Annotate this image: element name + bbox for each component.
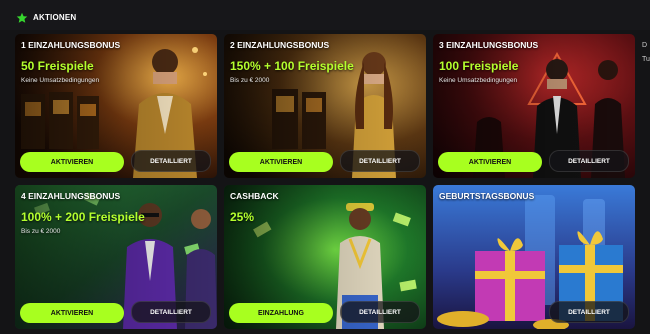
card-title: 3 EINZAHLUNGSBONUS — [439, 40, 539, 50]
card-title: CASHBACK — [230, 191, 279, 201]
promo-card-deposit-2: 2 EINZAHLUNGSBONUS 150% + 100 Freispiele… — [224, 34, 426, 178]
promo-card-cashback: CASHBACK 25% EINZAHLUNG DETAILLIERT — [224, 185, 426, 329]
details-button[interactable]: DETAILLIERT — [549, 150, 629, 172]
card-title: 1 EINZAHLUNGSBONUS — [21, 40, 121, 50]
details-button[interactable]: DETAILLIERT — [131, 301, 211, 323]
card-title: 4 EINZAHLUNGSBONUS — [21, 191, 121, 201]
card-offer: 100 Freispiele — [439, 59, 519, 73]
activate-button[interactable]: AKTIVIEREN — [438, 152, 542, 172]
promo-card-birthday: GEBURTSTAGSBONUS DETAILLIERT — [433, 185, 635, 329]
card-title: 2 EINZAHLUNGSBONUS — [230, 40, 330, 50]
card-offer: 150% + 100 Freispiele — [230, 59, 354, 73]
promotions-header: AKTIONEN — [0, 0, 650, 30]
card-subtitle: Bis zu € 2000 — [21, 228, 61, 235]
details-button[interactable]: DETAILLIERT — [340, 301, 420, 323]
card-offer: 50 Freispiele — [21, 59, 94, 73]
details-button[interactable]: DETAILLIERT — [131, 150, 211, 172]
promo-card-deposit-4: 4 EINZAHLUNGSBONUS 100% + 200 Freispiele… — [15, 185, 217, 329]
card-title: GEBURTSTAGSBONUS — [439, 191, 535, 201]
card-subtitle: Keine Umsatzbedingungen — [439, 77, 518, 84]
promo-card-deposit-1: 1 EINZAHLUNGSBONUS 50 Freispiele Keine U… — [15, 34, 217, 178]
details-button[interactable]: DETAILLIERT — [340, 150, 420, 172]
activate-button[interactable]: AKTIVIEREN — [20, 303, 124, 323]
star-icon — [16, 12, 28, 23]
section-title: AKTIONEN — [33, 13, 77, 22]
card-subtitle: Keine Umsatzbedingungen — [21, 77, 100, 84]
promo-card-deposit-3: 3 EINZAHLUNGSBONUS 100 Freispiele Keine … — [433, 34, 635, 178]
card-offer: 25% — [230, 210, 255, 224]
details-button[interactable]: DETAILLIERT — [549, 301, 629, 323]
side-peek-text: Tu — [642, 56, 650, 63]
card-offer: 100% + 200 Freispiele — [21, 210, 145, 224]
side-peek-text: D — [642, 42, 648, 49]
side-panel-peek: D Tu — [640, 38, 650, 334]
activate-button[interactable]: AKTIVIEREN — [20, 152, 124, 172]
deposit-button[interactable]: EINZAHLUNG — [229, 303, 333, 323]
card-subtitle: Bis zu € 2000 — [230, 77, 270, 84]
activate-button[interactable]: AKTIVIEREN — [229, 152, 333, 172]
